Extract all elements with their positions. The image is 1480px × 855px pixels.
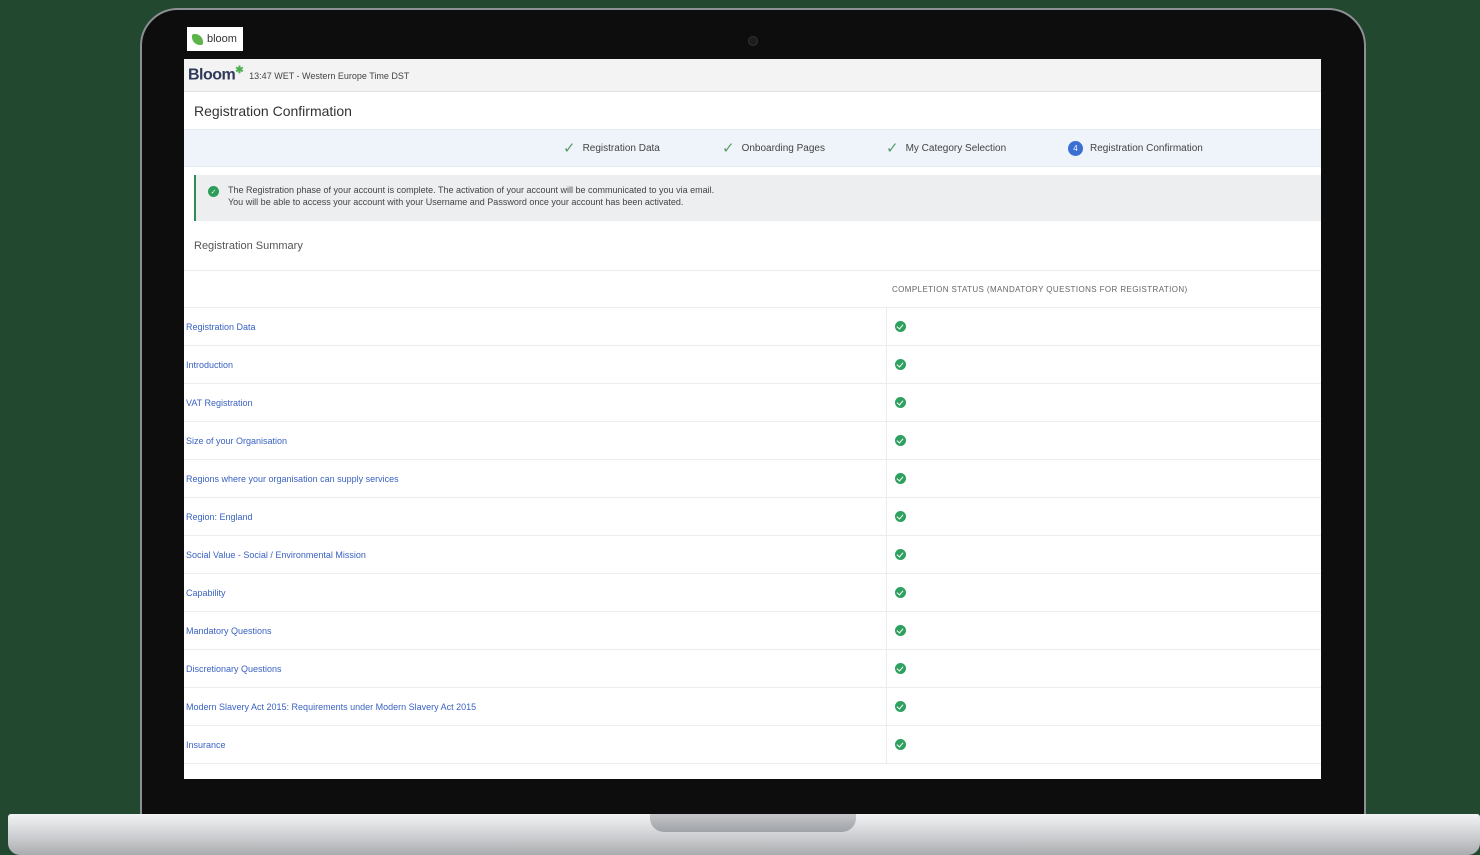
- section-link[interactable]: Mandatory Questions: [184, 612, 887, 649]
- step-label: My Category Selection: [905, 142, 1007, 154]
- step-my-category-selection[interactable]: ✓ My Category Selection: [886, 130, 1006, 166]
- section-link[interactable]: Insurance: [184, 726, 887, 763]
- table-row: Size of your Organisation: [184, 422, 1321, 460]
- step-registration-data[interactable]: ✓ Registration Data: [563, 130, 660, 166]
- status-cell: [887, 650, 906, 687]
- alert-message: The Registration phase of your account i…: [228, 184, 714, 208]
- section-link[interactable]: Capability: [184, 574, 887, 611]
- check-icon: ✓: [722, 139, 735, 157]
- page-title: Registration Confirmation: [194, 102, 352, 119]
- status-cell: [887, 460, 906, 497]
- section-link[interactable]: Introduction: [184, 346, 887, 383]
- step-label: Onboarding Pages: [741, 142, 825, 154]
- complete-check-icon: [895, 435, 906, 446]
- browser-tab-label: bloom: [207, 33, 237, 45]
- table-row: Introduction: [184, 346, 1321, 384]
- check-icon: ✓: [563, 139, 576, 157]
- clock: 13:47 WET - Western Europe Time DST: [249, 71, 410, 81]
- status-cell: [887, 536, 906, 573]
- complete-check-icon: [895, 549, 906, 560]
- laptop-notch: [650, 814, 856, 832]
- check-icon: ✓: [886, 139, 899, 157]
- leaf-icon: [192, 33, 203, 45]
- alert-line-1: The Registration phase of your account i…: [228, 185, 715, 195]
- status-cell: [887, 498, 906, 535]
- status-cell: [887, 346, 906, 383]
- status-cell: [887, 726, 906, 763]
- section-link[interactable]: Region: England: [184, 498, 887, 535]
- section-link[interactable]: Social Value - Social / Environmental Mi…: [184, 536, 887, 573]
- complete-check-icon: [895, 701, 906, 712]
- complete-check-icon: [895, 359, 906, 370]
- table-row: Registration Data: [184, 308, 1321, 346]
- alert-line-2: You will be able to access your account …: [228, 197, 684, 207]
- complete-check-icon: [895, 511, 906, 522]
- complete-check-icon: [895, 625, 906, 636]
- step-number: 4: [1068, 140, 1083, 156]
- status-cell: [887, 384, 906, 421]
- complete-check-icon: [895, 397, 906, 408]
- table-row: Insurance: [184, 726, 1321, 764]
- logo-text: Bloom: [188, 66, 236, 84]
- complete-check-icon: [895, 321, 906, 332]
- camera-icon: [748, 36, 758, 46]
- table-row: Mandatory Questions: [184, 612, 1321, 650]
- section-link[interactable]: Size of your Organisation: [184, 422, 887, 459]
- logo-star-icon: ✱: [235, 65, 244, 77]
- section-link[interactable]: Registration Data: [184, 308, 887, 345]
- summary-table: Registration Data Introduction VAT Registr…: [184, 308, 1321, 764]
- table-header: COMPLETION STATUS (MANDATORY QUESTIONS F…: [184, 271, 1321, 308]
- check-circle-icon: ✓: [208, 186, 219, 197]
- status-cell: [887, 308, 906, 345]
- table-row: Social Value - Social / Environmental Mi…: [184, 536, 1321, 574]
- summary-title: Registration Summary: [184, 221, 1321, 271]
- app-screen: Bloom✱ 13:47 WET - Western Europe Time D…: [184, 59, 1321, 779]
- table-row: Region: England: [184, 498, 1321, 536]
- complete-check-icon: [895, 473, 906, 484]
- complete-check-icon: [895, 663, 906, 674]
- section-link[interactable]: Modern Slavery Act 2015: Requirements un…: [184, 688, 887, 725]
- table-row: VAT Registration: [184, 384, 1321, 422]
- status-cell: [887, 688, 906, 725]
- complete-check-icon: [895, 587, 906, 598]
- step-label: Registration Data: [582, 142, 660, 154]
- section-link[interactable]: Regions where your organisation can supp…: [184, 460, 887, 497]
- table-row: Capability: [184, 574, 1321, 612]
- table-row: Modern Slavery Act 2015: Requirements un…: [184, 688, 1321, 726]
- success-alert: ✓ The Registration phase of your account…: [194, 175, 1321, 221]
- section-link[interactable]: VAT Registration: [184, 384, 887, 421]
- app-header: Bloom✱ 13:47 WET - Western Europe Time D…: [184, 59, 1321, 92]
- completion-status-header: COMPLETION STATUS (MANDATORY QUESTIONS F…: [892, 285, 1188, 294]
- table-row: Regions where your organisation can supp…: [184, 460, 1321, 498]
- stepper: ✓ Registration Data ✓ Onboarding Pages ✓…: [184, 129, 1321, 167]
- complete-check-icon: [895, 739, 906, 750]
- table-row: Discretionary Questions: [184, 650, 1321, 688]
- browser-tab[interactable]: bloom: [187, 27, 243, 51]
- status-cell: [887, 612, 906, 649]
- section-link[interactable]: Discretionary Questions: [184, 650, 887, 687]
- status-cell: [887, 422, 906, 459]
- status-cell: [887, 574, 906, 611]
- logo[interactable]: Bloom✱: [188, 65, 244, 84]
- step-label: Registration Confirmation: [1090, 142, 1203, 154]
- step-registration-confirmation[interactable]: 4 Registration Confirmation: [1068, 130, 1203, 166]
- step-onboarding-pages[interactable]: ✓ Onboarding Pages: [722, 130, 825, 166]
